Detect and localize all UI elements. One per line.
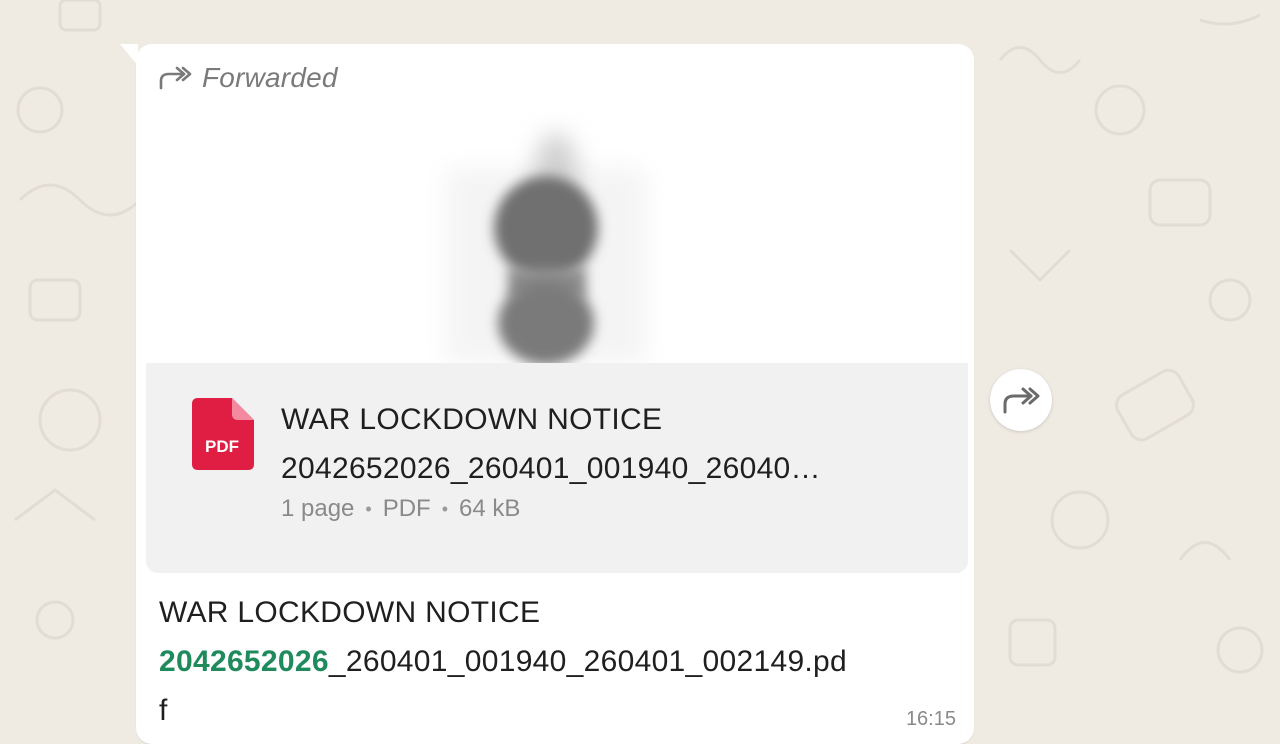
meta-separator: • xyxy=(441,498,449,519)
document-title-line1: WAR LOCKDOWN NOTICE xyxy=(281,403,663,436)
pdf-file-icon: PDF xyxy=(192,398,254,470)
forwarded-label: Forwarded xyxy=(202,62,338,93)
forwarded-indicator: Forwarded xyxy=(158,61,338,95)
forward-arrow-icon xyxy=(1003,387,1040,414)
document-meta: 1 page • PDF • 64 kB xyxy=(281,495,520,523)
forward-button[interactable] xyxy=(990,369,1052,431)
document-preview[interactable] xyxy=(146,108,970,363)
caption-line3: f xyxy=(159,694,168,727)
document-type: PDF xyxy=(382,495,431,522)
document-page-count: 1 page xyxy=(281,495,355,522)
caption-line1: WAR LOCKDOWN NOTICE xyxy=(159,596,541,629)
document-attachment[interactable]: PDF WAR LOCKDOWN NOTICE 2042652026_26040… xyxy=(146,363,968,573)
caption-line2-rest: _260401_001940_260401_002149.pd xyxy=(328,645,848,678)
meta-separator: • xyxy=(365,498,372,519)
caption-line2: 2042652026_260401_001940_260401_002149.p… xyxy=(159,637,959,686)
document-size: 64 kB xyxy=(459,495,521,522)
message-caption: WAR LOCKDOWN NOTICE 2042652026_260401_00… xyxy=(159,588,959,735)
phone-number-link[interactable]: 2042652026 xyxy=(159,645,329,678)
document-title: WAR LOCKDOWN NOTICE 2042652026_260401_00… xyxy=(281,395,941,493)
forwarded-icon xyxy=(159,66,192,90)
message-bubble[interactable]: Forwarded PDF WAR LOCKDOWN NOTICE 204265… xyxy=(136,44,974,744)
pdf-badge-label: PDF xyxy=(205,437,239,456)
document-title-line2: 2042652026_260401_001940_26040… xyxy=(281,452,821,485)
